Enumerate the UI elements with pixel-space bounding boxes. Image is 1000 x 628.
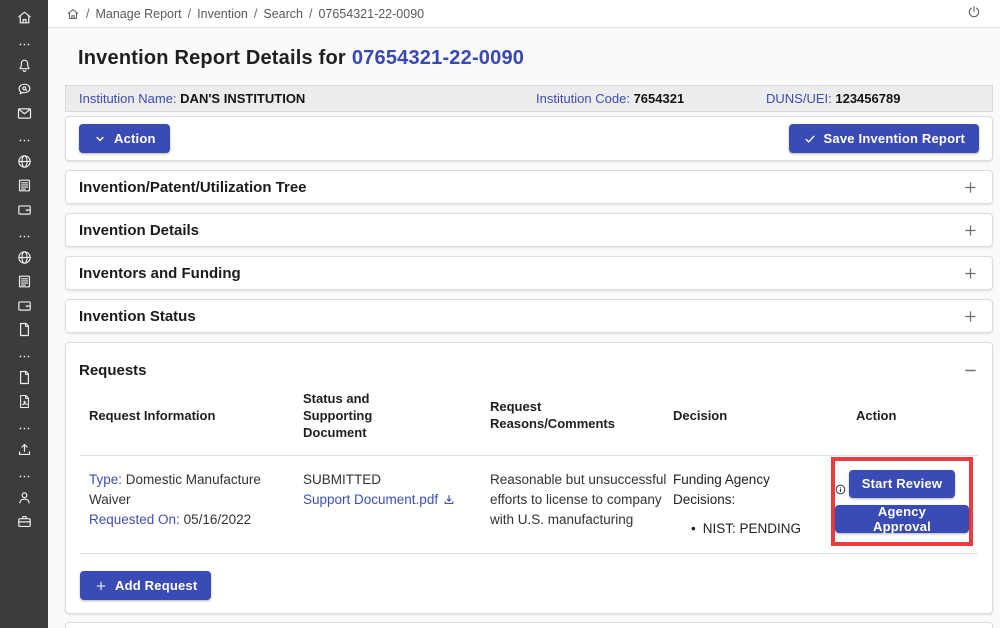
briefcase-icon[interactable] [0, 509, 48, 533]
action-cell: Start Review Agency Approval [847, 470, 978, 540]
institution-code: Institution Code: 7654321 [536, 86, 684, 111]
ellipsis-icon[interactable] [0, 467, 48, 485]
wallet-icon[interactable] [0, 197, 48, 221]
plus-icon[interactable] [962, 222, 979, 239]
chat-icon[interactable] [0, 77, 48, 101]
accordion-label: Invention Status [79, 308, 196, 325]
plus-icon[interactable] [962, 265, 979, 282]
main-area: / Manage Report / Invention / Search / 0… [48, 0, 1000, 628]
file-icon[interactable] [0, 317, 48, 341]
minus-icon[interactable] [962, 362, 979, 379]
home-icon[interactable] [66, 7, 80, 21]
col-header-decision: Decision [664, 408, 847, 425]
file-pdf-icon[interactable] [0, 389, 48, 413]
wallet-icon[interactable] [0, 293, 48, 317]
accordion-label: Invention Details [79, 222, 199, 239]
page-title: Invention Report Details for 07654321-22-… [78, 47, 993, 70]
bell-icon[interactable] [0, 53, 48, 77]
home-icon[interactable] [0, 5, 48, 29]
globe-icon[interactable] [0, 149, 48, 173]
plus-icon[interactable] [962, 179, 979, 196]
globe-icon[interactable] [0, 245, 48, 269]
accordion-requests[interactable]: Requests [66, 343, 992, 381]
power-icon[interactable] [966, 4, 982, 23]
decision-item: •NIST: PENDING [691, 519, 847, 539]
page-content: Invention Report Details for 07654321-22-… [48, 28, 1000, 628]
requested-on-value: 05/16/2022 [184, 512, 252, 527]
reasons-cell: Reasonable but unsuccessful efforts to l… [481, 470, 664, 540]
accordion-supporting-documents[interactable]: Supporting Documents [65, 622, 993, 628]
app-sidebar [0, 0, 48, 628]
highlight-rectangle: Start Review Agency Approval [831, 457, 973, 546]
breadcrumb-item[interactable]: Invention [197, 7, 248, 21]
duns-uei: DUNS/UEI: 123456789 [766, 86, 900, 111]
breadcrumb-separator: / [86, 7, 89, 21]
decision-item-text: NIST: PENDING [703, 521, 801, 536]
accordion-invention-details[interactable]: Invention Details [65, 213, 993, 247]
status-document-cell: SUBMITTED Support Document.pdf [294, 470, 481, 540]
report-id: 07654321-22-0090 [352, 47, 524, 69]
ellipsis-icon[interactable] [0, 227, 48, 245]
accordion-label: Inventors and Funding [79, 265, 241, 282]
type-label: Type: [89, 472, 122, 487]
breadcrumb-separator: / [309, 7, 312, 21]
col-header-request-reasons-comments: Request Reasons/Comments [481, 399, 664, 433]
accordion-inventors-and-funding[interactable]: Inventors and Funding [65, 256, 993, 290]
page-title-text: Invention Report Details for [78, 47, 346, 69]
toolbar-card: Action Save Invention Report [65, 116, 993, 161]
save-invention-report-button[interactable]: Save Invention Report [789, 124, 979, 153]
ellipsis-icon[interactable] [0, 131, 48, 149]
accordion-invention-patent-utilization-tree[interactable]: Invention/Patent/Utilization Tree [65, 170, 993, 204]
breadcrumb-separator: / [254, 7, 257, 21]
request-reasons: Reasonable but unsuccessful efforts to l… [490, 470, 668, 531]
requests-table-header: Request Information Status and Supportin… [80, 381, 978, 456]
support-document-link[interactable]: Support Document.pdf [303, 490, 456, 510]
breadcrumb-item[interactable]: Search [263, 7, 303, 21]
col-header-status-supporting-document: Status and Supporting Document [294, 391, 481, 442]
action-button[interactable]: Action [79, 124, 170, 153]
accordion-invention-status[interactable]: Invention Status [65, 299, 993, 333]
col-header-request-information: Request Information [80, 408, 294, 425]
chevron-down-icon [93, 132, 107, 146]
breadcrumb-separator: / [188, 7, 191, 21]
decision-label: Funding Agency Decisions: [673, 470, 829, 511]
accordion-label: Invention/Patent/Utilization Tree [79, 179, 307, 196]
document-icon[interactable] [0, 173, 48, 197]
file-icon[interactable] [0, 365, 48, 389]
start-review-button[interactable]: Start Review [849, 470, 955, 498]
check-icon [803, 132, 817, 146]
add-request-button[interactable]: Add Request [80, 571, 211, 600]
person-icon[interactable] [0, 485, 48, 509]
requests-section: Requests Request Information Status and … [65, 342, 993, 614]
ellipsis-icon[interactable] [0, 347, 48, 365]
mail-icon[interactable] [0, 101, 48, 125]
requests-title: Requests [79, 362, 147, 379]
upload-icon[interactable] [0, 437, 48, 461]
agency-approval-button[interactable]: Agency Approval [835, 505, 969, 533]
download-icon[interactable] [442, 493, 456, 507]
ellipsis-icon[interactable] [0, 419, 48, 437]
col-header-action: Action [847, 408, 978, 425]
decision-cell: Funding Agency Decisions: •NIST: PENDING [664, 470, 847, 540]
plus-icon[interactable] [962, 308, 979, 325]
requests-table: Request Information Status and Supportin… [80, 381, 978, 554]
breadcrumb-item[interactable]: Manage Report [95, 7, 181, 21]
breadcrumb-bar: / Manage Report / Invention / Search / 0… [48, 0, 1000, 28]
institution-name: Institution Name: DAN'S INSTITUTION [79, 86, 305, 111]
institution-bar: Institution Name: DAN'S INSTITUTION Inst… [65, 85, 993, 112]
plus-icon [94, 579, 108, 593]
document-icon[interactable] [0, 269, 48, 293]
request-row: Type: Domestic Manufacture Waiver Reques… [80, 456, 978, 555]
request-information-cell: Type: Domestic Manufacture Waiver Reques… [80, 470, 294, 540]
requested-on-label: Requested On: [89, 512, 180, 527]
request-status: SUBMITTED [303, 470, 481, 490]
breadcrumb-item-current: 07654321-22-0090 [318, 7, 424, 21]
ellipsis-icon[interactable] [0, 35, 48, 53]
